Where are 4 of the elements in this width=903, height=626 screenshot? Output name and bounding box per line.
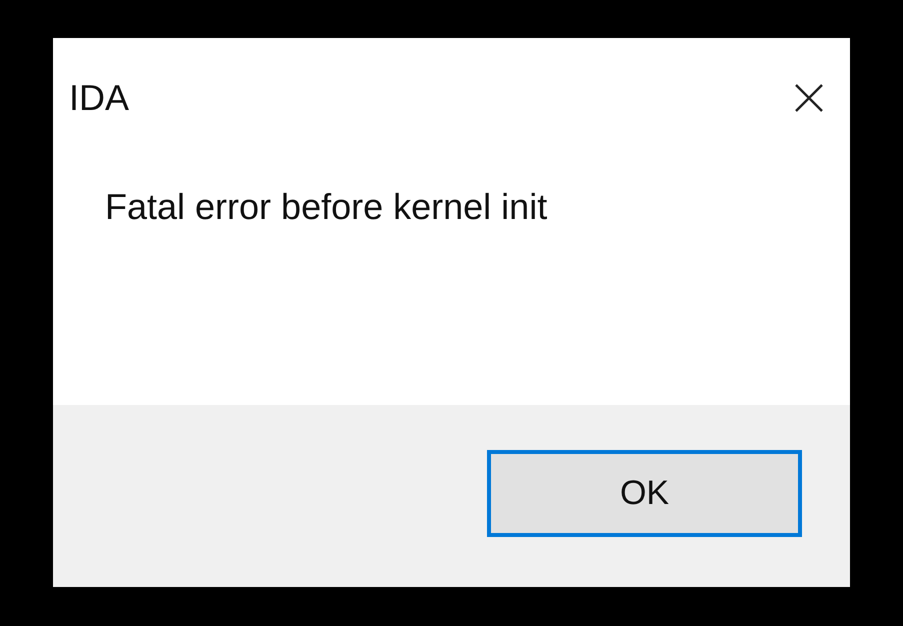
ok-button[interactable]: OK (487, 450, 802, 537)
window-title: IDA (69, 77, 130, 119)
error-message: Fatal error before kernel init (105, 186, 548, 228)
close-icon[interactable] (794, 83, 824, 113)
